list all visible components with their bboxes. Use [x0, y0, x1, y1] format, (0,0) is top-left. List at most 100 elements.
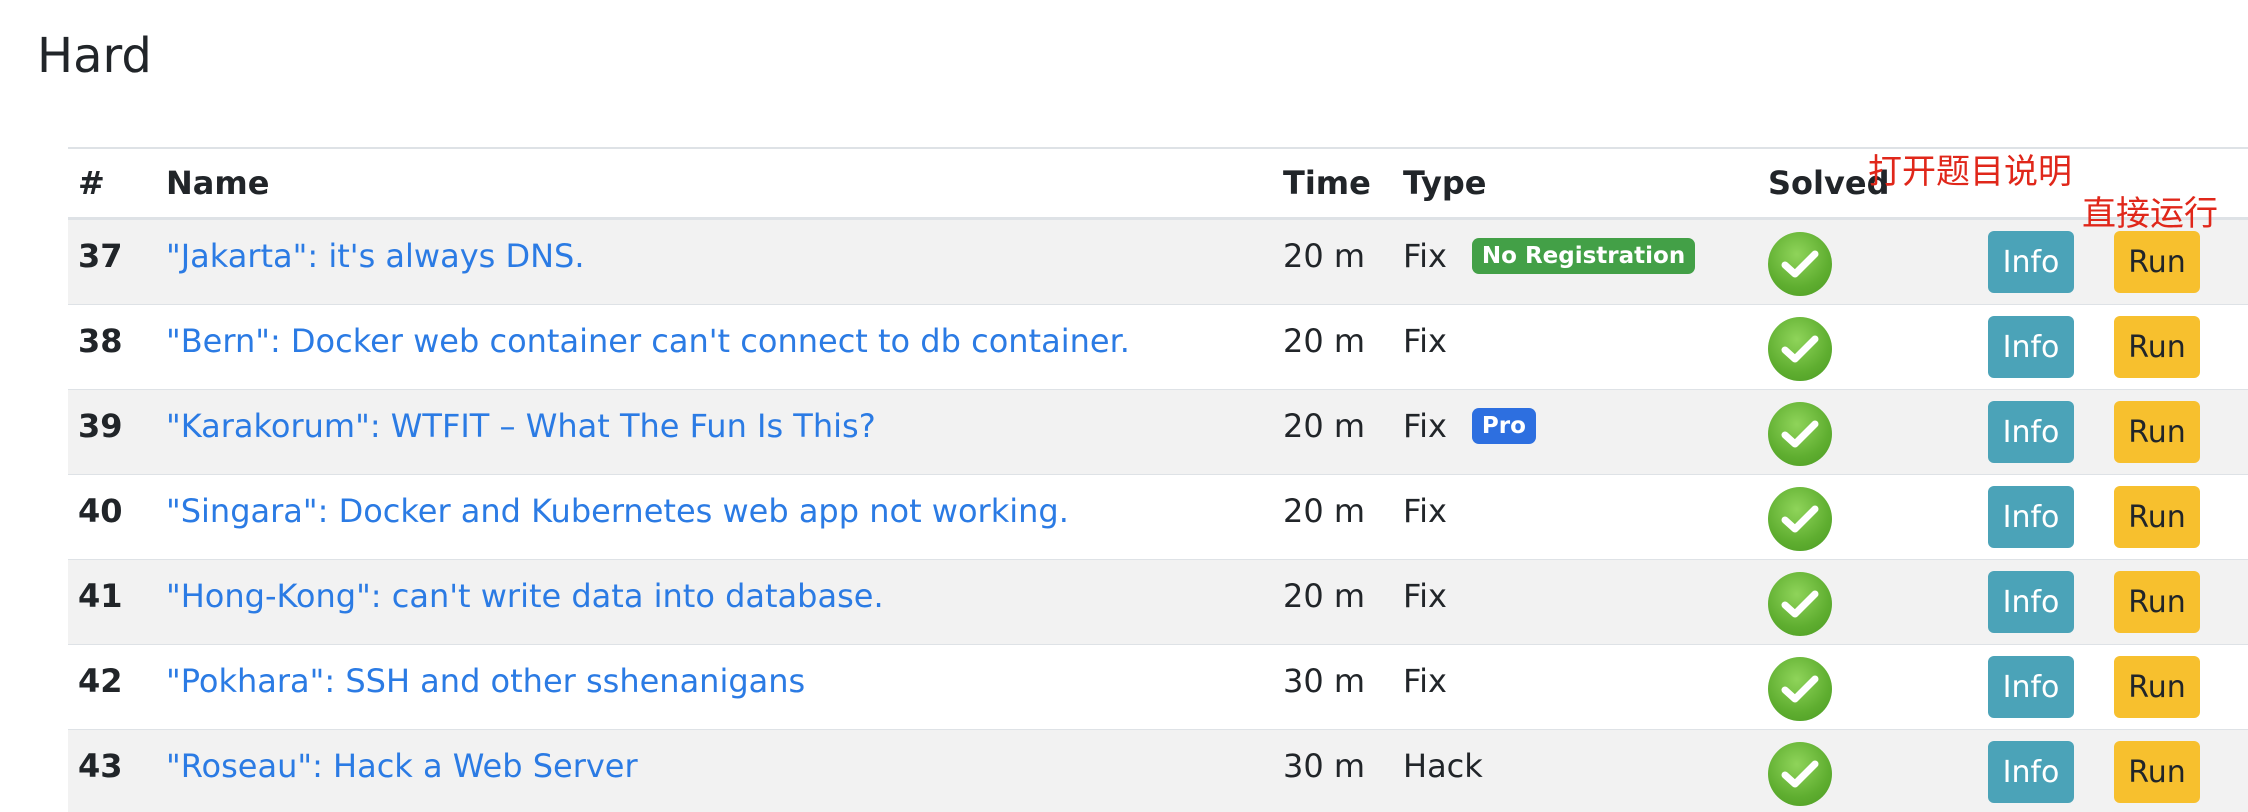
solved-check-icon	[1768, 317, 1832, 381]
column-header-number: #	[68, 149, 166, 220]
row-time-cell: 20 m	[1283, 389, 1403, 475]
row-type: Fix	[1403, 492, 1447, 530]
row-number: 38	[78, 322, 123, 360]
problem-link[interactable]: "Karakorum": WTFIT – What The Fun Is Thi…	[166, 390, 876, 446]
info-button[interactable]: Info	[1988, 571, 2074, 633]
table-body: 37 "Jakarta": it's always DNS. 20 m Fix No R…	[68, 218, 2248, 812]
row-time-cell: 30 m	[1283, 729, 1403, 812]
row-info-cell: Info	[1988, 304, 2114, 390]
run-button[interactable]: Run	[2114, 316, 2200, 378]
solved-check-icon	[1768, 487, 1832, 551]
problems-table-wrapper: # Name Time Type Solved 37 "Jakarta": it'…	[68, 147, 2248, 812]
problem-link[interactable]: "Roseau": Hack a Web Server	[166, 730, 638, 786]
info-button[interactable]: Info	[1988, 656, 2074, 718]
row-type-cell: Hack	[1403, 729, 1768, 812]
row-number-cell: 40	[68, 474, 166, 560]
check-mark-icon	[1781, 335, 1819, 363]
info-button[interactable]: Info	[1988, 401, 2074, 463]
row-time-cell: 20 m	[1283, 559, 1403, 645]
row-type: Fix	[1403, 577, 1447, 615]
row-name-cell: "Pokhara": SSH and other sshenanigans	[166, 644, 1283, 730]
run-annotation: 直接运行	[2082, 194, 2218, 234]
row-time: 30 m	[1283, 747, 1366, 785]
row-info-cell: Info	[1988, 644, 2114, 730]
row-run-cell: Run	[2114, 389, 2248, 475]
row-type-cell: Fix No Registration	[1403, 218, 1768, 305]
info-button[interactable]: Info	[1988, 486, 2074, 548]
table-row: 37 "Jakarta": it's always DNS. 20 m Fix No R…	[68, 218, 2248, 305]
row-number: 43	[78, 747, 123, 785]
check-mark-icon	[1781, 505, 1819, 533]
row-number-cell: 43	[68, 729, 166, 812]
row-time: 20 m	[1283, 407, 1366, 445]
row-name-cell: "Hong-Kong": can't write data into datab…	[166, 559, 1283, 645]
run-button[interactable]: Run	[2114, 656, 2200, 718]
problem-link[interactable]: "Pokhara": SSH and other sshenanigans	[166, 645, 805, 701]
check-mark-icon	[1781, 675, 1819, 703]
section-title: Hard	[37, 28, 152, 84]
problem-link[interactable]: "Bern": Docker web container can't conne…	[166, 305, 1130, 361]
row-solved-cell	[1768, 389, 1988, 475]
run-button[interactable]: Run	[2114, 486, 2200, 548]
problem-link[interactable]: "Jakarta": it's always DNS.	[166, 220, 585, 276]
row-run-cell: Run	[2114, 474, 2248, 560]
table-row: 41 "Hong-Kong": can't write data into dat…	[68, 559, 2248, 645]
row-number-cell: 37	[68, 218, 166, 305]
run-button[interactable]: Run	[2114, 741, 2200, 803]
problem-link[interactable]: "Singara": Docker and Kubernetes web app…	[166, 475, 1069, 531]
run-button[interactable]: Run	[2114, 401, 2200, 463]
row-time: 20 m	[1283, 492, 1366, 530]
row-number: 41	[78, 577, 123, 615]
row-number-cell: 38	[68, 304, 166, 390]
row-type-cell: Fix Pro	[1403, 389, 1768, 475]
solved-check-icon	[1768, 402, 1832, 466]
row-solved-cell	[1768, 304, 1988, 390]
page: Hard # Name Time Type Solved 37 "Jakarta"…	[0, 0, 2248, 812]
row-type: Hack	[1403, 747, 1483, 785]
row-time: 20 m	[1283, 237, 1366, 275]
row-number: 39	[78, 407, 123, 445]
table-row: 43 "Roseau": Hack a Web Server 30 m Hack Inf…	[68, 729, 2248, 812]
table-row: 39 "Karakorum": WTFIT – What The Fun Is T…	[68, 389, 2248, 475]
info-annotation: 打开题目说明	[1868, 152, 2072, 192]
row-number-cell: 41	[68, 559, 166, 645]
row-time: 20 m	[1283, 322, 1366, 360]
row-name-cell: "Roseau": Hack a Web Server	[166, 729, 1283, 812]
problems-table: # Name Time Type Solved 37 "Jakarta": it'…	[68, 149, 2248, 812]
row-name-cell: "Jakarta": it's always DNS.	[166, 218, 1283, 305]
row-type: Fix	[1403, 322, 1447, 360]
row-time-cell: 20 m	[1283, 218, 1403, 305]
row-info-cell: Info	[1988, 474, 2114, 560]
row-number-cell: 39	[68, 389, 166, 475]
row-run-cell: Run	[2114, 304, 2248, 390]
problem-link[interactable]: "Hong-Kong": can't write data into datab…	[166, 560, 884, 616]
row-name-cell: "Bern": Docker web container can't conne…	[166, 304, 1283, 390]
row-type: Fix	[1403, 237, 1447, 275]
row-time-cell: 20 m	[1283, 304, 1403, 390]
row-type-cell: Fix	[1403, 474, 1768, 560]
solved-check-icon	[1768, 742, 1832, 806]
row-solved-cell	[1768, 218, 1988, 305]
run-button[interactable]: Run	[2114, 571, 2200, 633]
row-info-cell: Info	[1988, 559, 2114, 645]
row-solved-cell	[1768, 729, 1988, 812]
row-time: 30 m	[1283, 662, 1366, 700]
info-button[interactable]: Info	[1988, 231, 2074, 293]
table-row: 40 "Singara": Docker and Kubernetes web a…	[68, 474, 2248, 560]
info-button[interactable]: Info	[1988, 741, 2074, 803]
row-badge: No Registration	[1471, 238, 1696, 274]
row-type-cell: Fix	[1403, 304, 1768, 390]
row-number-cell: 42	[68, 644, 166, 730]
table-row: 38 "Bern": Docker web container can't con…	[68, 304, 2248, 390]
run-button[interactable]: Run	[2114, 231, 2200, 293]
row-type-cell: Fix	[1403, 644, 1768, 730]
row-info-cell: Info	[1988, 389, 2114, 475]
info-button[interactable]: Info	[1988, 316, 2074, 378]
row-solved-cell	[1768, 644, 1988, 730]
solved-check-icon	[1768, 572, 1832, 636]
row-type: Fix	[1403, 407, 1447, 445]
row-solved-cell	[1768, 474, 1988, 560]
row-solved-cell	[1768, 559, 1988, 645]
row-type: Fix	[1403, 662, 1447, 700]
row-name-cell: "Karakorum": WTFIT – What The Fun Is Thi…	[166, 389, 1283, 475]
